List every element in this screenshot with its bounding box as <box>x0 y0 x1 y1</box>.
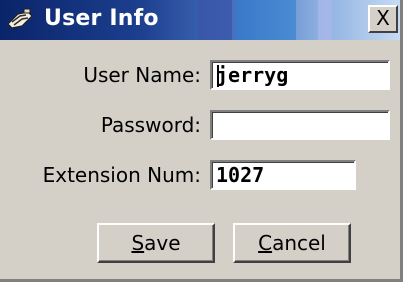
title-bar-decoration <box>236 0 296 40</box>
window-title: User Info <box>44 6 159 31</box>
title-bar[interactable]: User Info X <box>0 0 400 40</box>
username-label: User Name: <box>83 63 201 87</box>
password-label: Password: <box>100 113 201 137</box>
title-bar-decoration <box>198 0 232 40</box>
username-value: jerryg <box>216 63 289 87</box>
username-field[interactable]: jerryg <box>210 60 390 90</box>
close-button[interactable]: X <box>368 5 398 33</box>
close-icon: X <box>376 6 390 30</box>
password-field[interactable] <box>210 110 390 140</box>
save-button[interactable]: Save <box>97 223 215 263</box>
cancel-label: ancel <box>272 231 326 255</box>
extension-label: Extension Num: <box>42 163 201 187</box>
save-accelerator: S <box>131 231 145 255</box>
cancel-button[interactable]: Cancel <box>233 223 351 263</box>
phone-icon <box>6 8 34 32</box>
extension-field[interactable]: 1027 <box>210 160 356 190</box>
user-info-dialog: User Info X User Name: jerryg Password: … <box>0 0 403 282</box>
extension-value: 1027 <box>216 163 265 187</box>
title-bar-decoration <box>318 0 332 40</box>
text-caret <box>217 65 219 87</box>
cancel-accelerator: C <box>258 231 273 255</box>
save-label: ave <box>144 231 181 255</box>
